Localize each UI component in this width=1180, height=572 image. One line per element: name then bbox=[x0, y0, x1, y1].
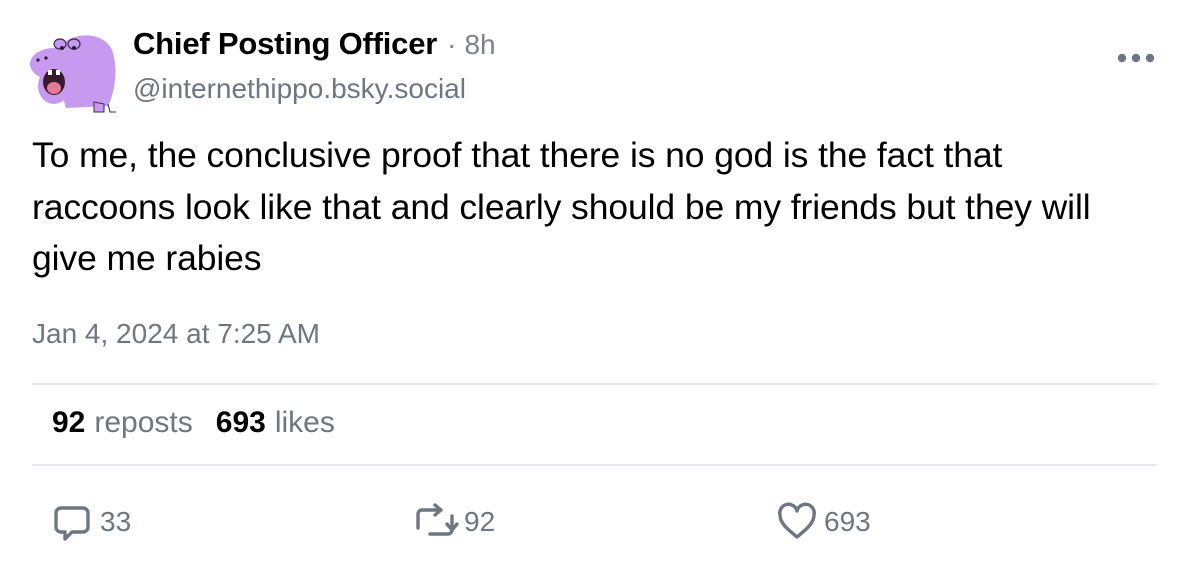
hippo-avatar-icon bbox=[30, 35, 116, 113]
avatar[interactable] bbox=[24, 24, 116, 116]
like-count: 693 bbox=[824, 506, 871, 537]
post-text: To me, the conclusive proof that there i… bbox=[32, 135, 1091, 278]
author-handle[interactable]: @internethippo.bsky.social bbox=[133, 73, 466, 105]
separator-dot: · bbox=[447, 29, 457, 60]
likes-count: 693 bbox=[215, 406, 266, 439]
likes-stat[interactable]: 693 likes bbox=[216, 406, 335, 440]
more-icon bbox=[1117, 53, 1155, 63]
reposts-stat[interactable]: 92 reposts bbox=[52, 406, 193, 440]
author-line: Chief Posting Officer · 8h bbox=[133, 26, 496, 66]
reposts-count: 92 bbox=[52, 406, 86, 439]
author-display-name[interactable]: Chief Posting Officer bbox=[133, 26, 437, 62]
divider bbox=[32, 383, 1157, 385]
likes-label: likes bbox=[274, 406, 335, 439]
reply-icon bbox=[54, 506, 90, 541]
like-button[interactable]: 693 bbox=[776, 500, 871, 544]
repost-button[interactable]: 92 bbox=[412, 500, 495, 544]
more-options-button[interactable] bbox=[1114, 48, 1158, 68]
repost-count: 92 bbox=[464, 506, 496, 537]
post-timestamp: Jan 4, 2024 at 7:25 AM bbox=[32, 318, 320, 349]
heart-icon bbox=[778, 502, 816, 539]
reposts-label: reposts bbox=[94, 406, 193, 439]
post-time-ago[interactable]: 8h bbox=[464, 29, 495, 61]
reply-count: 33 bbox=[100, 506, 132, 537]
repost-icon bbox=[416, 503, 459, 536]
divider bbox=[32, 464, 1157, 466]
reply-button[interactable]: 33 bbox=[52, 500, 131, 544]
action-bar: 33 92 693 bbox=[0, 500, 1180, 544]
post-thread-view: Chief Posting Officer · 8h @internethipp… bbox=[0, 0, 1180, 572]
engagement-stats: 92 reposts 693 likes bbox=[52, 406, 335, 440]
